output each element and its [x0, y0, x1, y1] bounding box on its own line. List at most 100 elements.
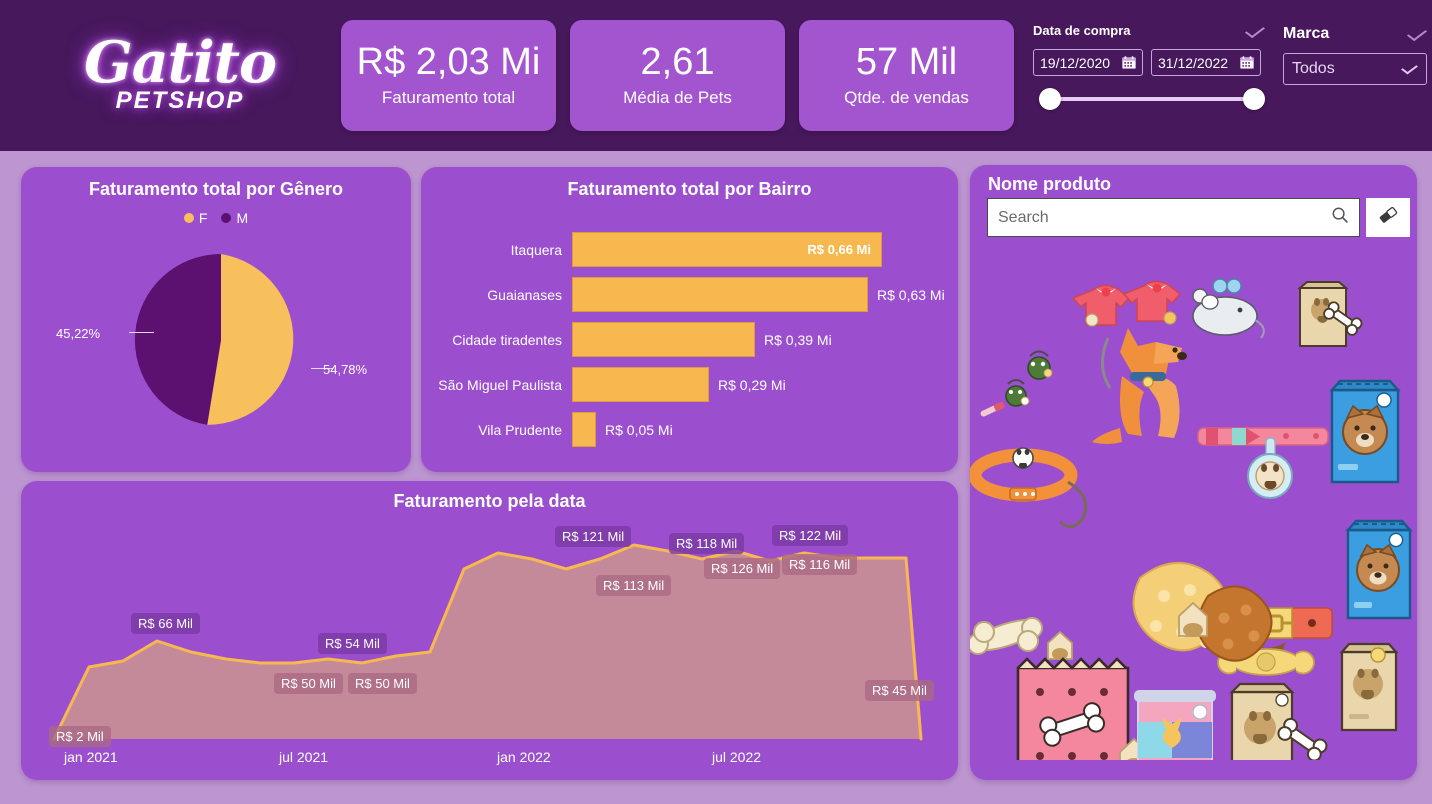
pet-clothes-icon	[1071, 284, 1131, 327]
food-bag-icon	[1329, 379, 1401, 484]
date-slicer[interactable]: Data de compra 19/12/2020 31/12/2022	[1033, 22, 1266, 122]
toothbrush-icon	[980, 401, 1005, 417]
bar-row[interactable]: São Miguel Paulista R$ 0,29 Mi	[421, 362, 958, 407]
dog-illustration	[1092, 328, 1187, 444]
pie-leader-line	[129, 332, 154, 333]
calendar-icon[interactable]	[1240, 56, 1254, 69]
collar-tag-icon	[1197, 427, 1329, 499]
eraser-icon	[1377, 204, 1399, 231]
bar-value-label: R$ 0,29 Mi	[718, 376, 786, 393]
legend-item-f[interactable]: F	[183, 210, 208, 226]
kpi-value: 2,61	[640, 40, 715, 83]
point-label: R$ 121 Mil	[555, 526, 632, 547]
bar-row[interactable]: Vila Prudente R$ 0,05 Mi	[421, 407, 958, 452]
clear-search-button[interactable]	[1366, 198, 1410, 237]
bar-value-label: R$ 0,05 Mi	[605, 421, 673, 438]
pet-products-illustration	[970, 278, 1413, 760]
brand-dropdown[interactable]: Todos	[1283, 53, 1427, 85]
slider-track	[1047, 97, 1251, 101]
toy-icon	[1005, 379, 1030, 407]
slider-handle-end[interactable]	[1243, 88, 1265, 110]
food-bag-icon	[1345, 519, 1413, 620]
point-label: R$ 118 Mil	[669, 533, 745, 554]
point-label: R$ 66 Mil	[131, 613, 200, 634]
pet-clothes-icon	[1122, 280, 1182, 325]
logo-sub-text: PETSHOP	[115, 86, 245, 114]
bar-category-label: Itaquera	[510, 241, 562, 258]
bar-cidade-tiradentes[interactable]	[572, 322, 755, 357]
date-end-field[interactable]: 31/12/2022	[1151, 49, 1261, 76]
point-label: R$ 50 Mil	[348, 673, 417, 694]
bar-row[interactable]: Guaianases R$ 0,63 Mi	[421, 272, 958, 317]
point-label: R$ 2 Mil	[49, 726, 111, 747]
pie-value-label-m: 45,22%	[56, 326, 101, 341]
bar-category-label: Guaianases	[487, 286, 562, 303]
pie-value-label-f: 54,78%	[323, 362, 368, 377]
brand-slicer[interactable]: Marca Todos	[1283, 25, 1428, 85]
bar-itaquera[interactable]: R$ 0,66 Mi	[572, 232, 882, 267]
calendar-icon[interactable]	[1122, 56, 1136, 69]
search-input[interactable]: Search	[987, 198, 1360, 237]
point-label: R$ 50 Mil	[274, 673, 343, 694]
product-panel-title: Nome produto	[988, 174, 1111, 194]
point-label: R$ 54 Mil	[318, 633, 387, 654]
pie-legend: F M	[21, 210, 411, 226]
kpi-card-qtde-de-vendas[interactable]: 57 Mil Qtde. de vendas	[799, 20, 1014, 131]
brand-slicer-title: Marca	[1283, 25, 1330, 42]
x-axis-tick: jul 2021	[279, 749, 329, 765]
chart-title-gender: Faturamento total por Gênero	[88, 179, 344, 199]
x-axis-tick: jan 2022	[497, 749, 551, 765]
x-axis-tick: jul 2022	[712, 749, 762, 765]
brand-selected-value: Todos	[1292, 60, 1335, 77]
product-filter-card: Nome produto Search	[970, 165, 1417, 780]
pie-chart[interactable]	[131, 250, 311, 430]
bar-row[interactable]: Cidade tiradentes R$ 0,39 Mi	[421, 317, 958, 362]
chart-card-gender: Faturamento total por Gênero F M 45,22% …	[21, 167, 411, 472]
collar-icon	[970, 447, 1088, 528]
kpi-value: 57 Mil	[855, 40, 958, 83]
dashboard-header: Gatito PETSHOP R$ 2,03 Mi Faturamento to…	[0, 0, 1432, 151]
chevron-down-icon[interactable]	[1406, 25, 1428, 42]
bar-sao-miguel-paulista[interactable]	[572, 367, 709, 402]
logo-script-text: Gatito	[84, 28, 277, 96]
bar-value-label: R$ 0,63 Mi	[877, 286, 945, 303]
bar-category-label: Cidade tiradentes	[452, 331, 562, 348]
toy-icon	[1027, 350, 1053, 380]
bar-guaianases[interactable]	[572, 277, 868, 312]
chart-card-bairro: Faturamento total por Bairro Itaquera R$…	[421, 167, 958, 472]
food-bag-icon	[1229, 682, 1328, 760]
kpi-label: Faturamento total	[381, 88, 516, 108]
chart-card-faturamento-data: Faturamento pela data R$ 2 Mil R$ 66 Mil…	[21, 481, 958, 780]
point-label: R$ 122 Mil	[772, 525, 849, 546]
legend-item-m[interactable]: M	[221, 210, 248, 226]
date-slicer-title: Data de compra	[1033, 23, 1131, 38]
bar-row[interactable]: Itaquera R$ 0,66 Mi	[421, 227, 958, 272]
chart-title-bairro: Faturamento total por Bairro	[567, 179, 812, 199]
bar-category-label: Vila Prudente	[478, 421, 562, 438]
treat-bag-icon	[1016, 657, 1149, 760]
date-start-field[interactable]: 19/12/2020	[1033, 49, 1143, 76]
legend-label: F	[198, 210, 208, 226]
legend-swatch-icon	[221, 213, 232, 223]
date-start-value: 19/12/2020	[1040, 54, 1111, 71]
point-label: R$ 45 Mil	[865, 680, 934, 701]
bone-icon	[970, 617, 1043, 655]
x-axis-tick: jan 2021	[64, 749, 118, 765]
bar-value-label: R$ 0,66 Mi	[807, 242, 871, 257]
bar-vila-prudente[interactable]	[572, 412, 596, 447]
date-range-slider[interactable]	[1033, 88, 1265, 110]
search-icon[interactable]	[1331, 206, 1349, 229]
legend-label: M	[236, 210, 249, 226]
kpi-card-faturamento-total[interactable]: R$ 2,03 Mi Faturamento total	[341, 20, 556, 131]
point-label: R$ 113 Mil	[596, 575, 672, 596]
pet-house-icon	[1047, 630, 1073, 660]
food-bag-icon	[1297, 281, 1363, 347]
product-search-row: Search	[987, 198, 1410, 237]
chevron-down-icon[interactable]	[1401, 61, 1418, 75]
bar-chart: Itaquera R$ 0,66 Mi Guaianases R$ 0,63 M…	[421, 227, 958, 452]
kpi-label: Média de Pets	[623, 88, 732, 108]
kpi-card-media-de-pets[interactable]: 2,61 Média de Pets	[570, 20, 785, 131]
slider-handle-start[interactable]	[1039, 88, 1061, 110]
chevron-down-icon[interactable]	[1244, 22, 1266, 39]
search-placeholder: Search	[998, 208, 1049, 226]
